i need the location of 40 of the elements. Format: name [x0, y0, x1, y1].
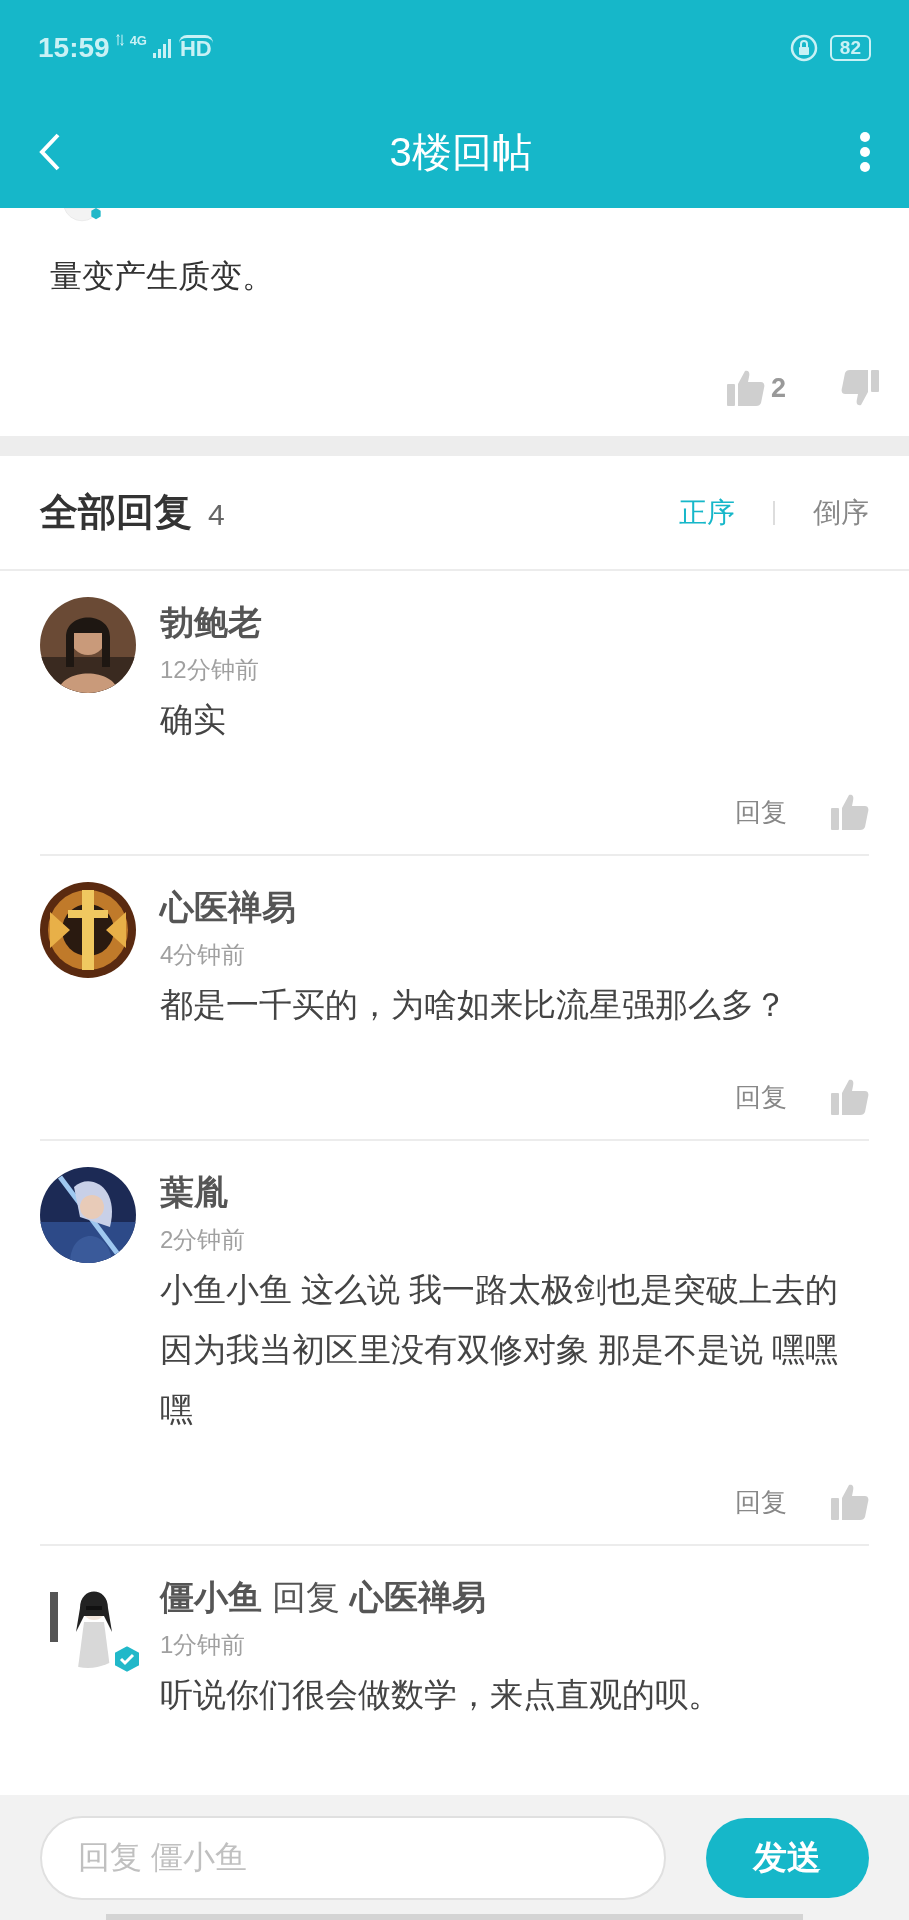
hd-label: HD [178, 35, 213, 60]
reply-button[interactable]: 回复 [735, 1077, 787, 1117]
comment-time: 1分钟前 [160, 1630, 247, 1660]
verified-badge-icon [112, 1644, 142, 1674]
author-name[interactable]: 勃鲍老 [160, 597, 262, 648]
section-title: 全部回复 [40, 490, 192, 535]
comment-text: 确实 [160, 700, 227, 740]
thumb-down-icon[interactable] [841, 367, 881, 408]
author-name[interactable]: 僵小鱼 [160, 1572, 262, 1623]
page-title: 3楼回帖 [389, 128, 532, 176]
reply-button[interactable]: 回复 [735, 1482, 787, 1522]
comment-time: 2分钟前 [160, 1225, 247, 1255]
comment-time: 12分钟前 [160, 655, 260, 685]
comment-text: 听说你们很会做数学，来点直观的呗。 [160, 1675, 722, 1715]
battery-level: 82 [829, 34, 871, 61]
thumb-up-icon[interactable] [829, 1077, 869, 1117]
thumb-up-icon[interactable] [829, 792, 869, 832]
post-text: 量变产生质变。 [50, 257, 275, 296]
author-name[interactable]: 葉胤 [160, 1167, 228, 1218]
status-time: 15:59 [38, 30, 110, 65]
reply-button[interactable]: 回复 [735, 792, 787, 832]
author-name[interactable]: 心医禅易 [160, 882, 296, 933]
sort-tab[interactable]: 正序 [679, 491, 735, 534]
send-button[interactable]: 发送 [705, 1817, 869, 1898]
network-label: 4G [129, 31, 147, 50]
signal-icon [152, 37, 173, 58]
thumb-up-icon[interactable] [829, 1482, 869, 1522]
more-icon[interactable] [859, 131, 871, 172]
comment-text: 小鱼小鱼 这么说 我一路太极剑也是突破上去的因为我当初区里没有双修对象 那是不是说 嘿嘿嘿 [160, 1270, 840, 1430]
back-icon[interactable] [38, 131, 62, 172]
data-arrows-icon [115, 32, 124, 47]
comment-time: 4分钟前 [160, 940, 247, 970]
reply-count: 4 [208, 497, 225, 533]
like-button[interactable]: 2 [724, 367, 786, 408]
reply-word: 回复 [272, 1577, 340, 1618]
author-name[interactable]: 心医禅易 [350, 1572, 486, 1623]
rotation-lock-icon [789, 33, 818, 62]
sort-tab[interactable]: 倒序 [813, 491, 869, 534]
reply-input-field[interactable]: 回复 僵小鱼 [40, 1815, 666, 1900]
comment-text: 都是一千买的，为啥如来比流星强那么多？ [160, 985, 788, 1025]
